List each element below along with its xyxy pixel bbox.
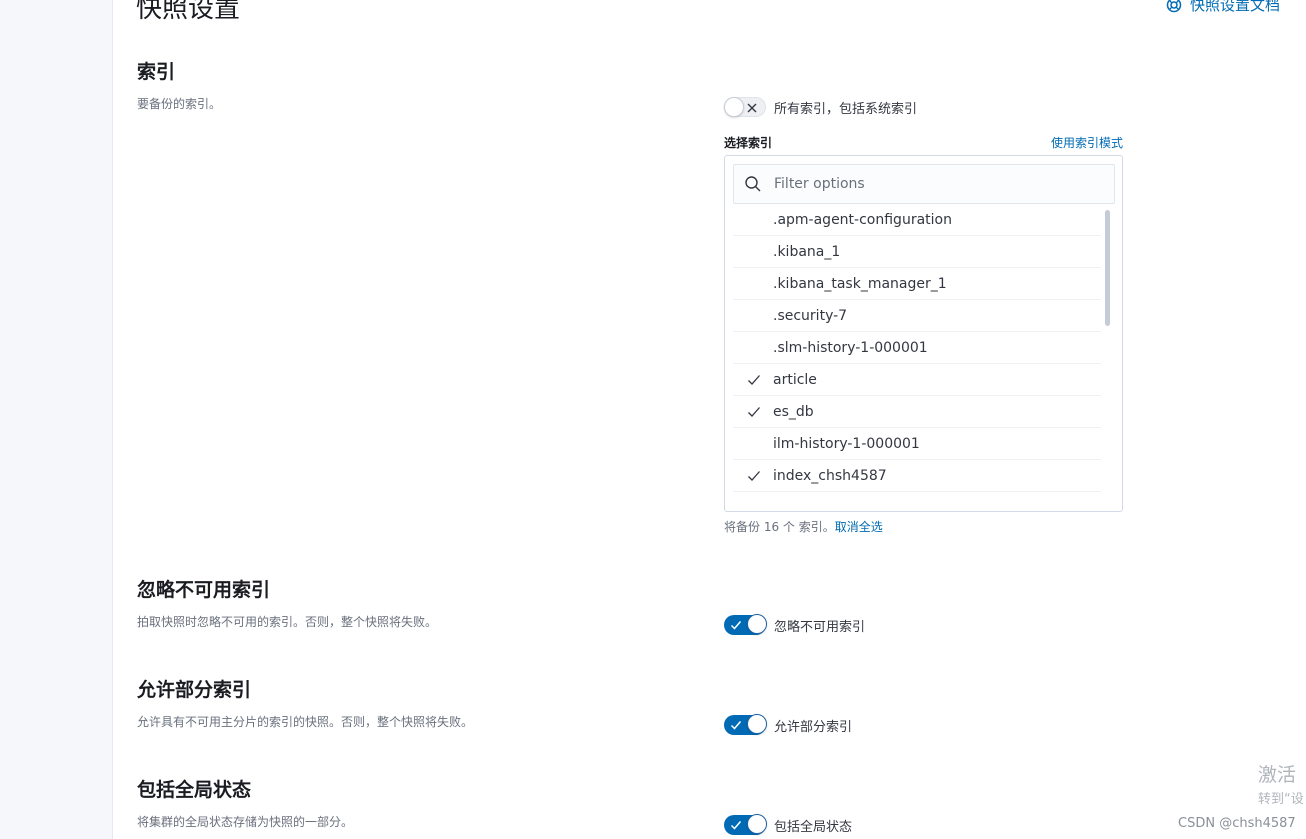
activation-watermark-sub: 转到“设 — [1258, 792, 1304, 807]
indices-section-title: 索引 — [137, 61, 176, 83]
switch-knob — [747, 614, 767, 634]
indices-section-description: 要备份的索引。 — [137, 97, 222, 111]
index-option[interactable]: .apm-agent-configuration — [733, 204, 1101, 236]
switch-track — [724, 614, 767, 635]
index-selectable-list: .apm-agent-configuration .kibana_1 .kibana… — [724, 155, 1123, 512]
partial-indices-title: 允许部分索引 — [137, 679, 252, 701]
index-option-label: index_chsh4587 — [773, 467, 887, 484]
index-option[interactable]: .kibana_1 — [733, 236, 1101, 268]
switch-track — [724, 814, 767, 835]
index-option[interactable]: article — [733, 364, 1101, 396]
global-state-description: 将集群的全局状态存储为快照的一部分。 — [137, 815, 354, 829]
options-list: .apm-agent-configuration .kibana_1 .kibana… — [733, 204, 1101, 511]
activation-watermark: 激活 — [1258, 764, 1297, 786]
partial-indices-switch[interactable]: 允许部分索引 — [724, 714, 853, 735]
index-option[interactable]: ilm-history-1-000001 — [733, 428, 1101, 460]
switch-knob — [747, 814, 767, 834]
index-option-label: article — [773, 371, 817, 388]
ignore-unavailable-description: 拍取快照时忽略不可用的索引。否则，整个快照将失败。 — [137, 615, 438, 629]
deselect-all-link[interactable]: 取消全选 — [835, 520, 883, 534]
index-option[interactable]: .slm-history-1-000001 — [733, 332, 1101, 364]
left-nav-rail — [0, 0, 113, 839]
cross-icon — [747, 103, 757, 113]
global-state-title: 包括全局状态 — [137, 779, 252, 801]
partial-indices-switch-label: 允许部分索引 — [774, 719, 853, 735]
index-option[interactable]: index_chsh4587 — [733, 460, 1101, 492]
options-scrollbar[interactable] — [1105, 210, 1110, 326]
partial-indices-description: 允许具有不可用主分片的索引的快照。否则，整个快照将失败。 — [137, 715, 474, 729]
index-option-label: .kibana_1 — [773, 243, 841, 260]
check-icon — [730, 621, 742, 630]
check-icon — [730, 721, 742, 730]
ignore-unavailable-switch[interactable]: 忽略不可用索引 — [724, 614, 866, 635]
check-icon — [730, 821, 742, 830]
index-option-label: .security-7 — [773, 307, 848, 324]
help-circle-icon — [1166, 0, 1182, 13]
doc-link-label: 快照设置文档 — [1190, 0, 1281, 14]
index-option[interactable]: .security-7 — [733, 300, 1101, 332]
backup-summary: 将备份 16 个 索引。取消全选 — [724, 518, 883, 535]
global-state-switch[interactable]: 包括全局状态 — [724, 814, 853, 835]
all-indices-switch-label: 所有索引，包括系统索引 — [774, 101, 918, 117]
global-state-switch-label: 包括全局状态 — [774, 819, 853, 835]
switch-knob — [724, 97, 744, 117]
use-index-patterns-link[interactable]: 使用索引模式 — [1051, 134, 1123, 151]
page-title: 快照设置 — [136, 0, 241, 24]
ignore-unavailable-title: 忽略不可用索引 — [137, 579, 271, 601]
index-option-label: .apm-agent-configuration — [773, 211, 952, 228]
check-icon — [748, 375, 760, 385]
csdn-credit: CSDN @chsh4587 — [1178, 816, 1296, 831]
switch-track — [724, 714, 767, 735]
backup-summary-text: 将备份 16 个 索引。 — [724, 520, 835, 534]
search-icon — [745, 176, 761, 192]
index-option-label: .kibana_task_manager_1 — [773, 275, 947, 292]
index-option[interactable]: es_db — [733, 396, 1101, 428]
index-option[interactable]: .kibana_task_manager_1 — [733, 268, 1101, 300]
switch-track — [724, 97, 766, 117]
all-indices-switch[interactable]: 所有索引，包括系统索引 — [724, 97, 917, 117]
snapshot-settings-doc-link[interactable]: 快照设置文档 — [1166, 0, 1280, 15]
select-indices-label: 选择索引 — [724, 136, 773, 150]
switch-knob — [747, 714, 767, 734]
check-icon — [748, 407, 760, 417]
index-option-label: ilm-history-1-000001 — [773, 435, 920, 452]
filter-search-box — [733, 164, 1115, 204]
index-option-label: .slm-history-1-000001 — [773, 339, 928, 356]
ignore-unavailable-switch-label: 忽略不可用索引 — [774, 619, 866, 635]
index-option-label: es_db — [773, 403, 814, 420]
filter-options-input[interactable] — [772, 175, 1096, 193]
check-icon — [748, 471, 760, 481]
